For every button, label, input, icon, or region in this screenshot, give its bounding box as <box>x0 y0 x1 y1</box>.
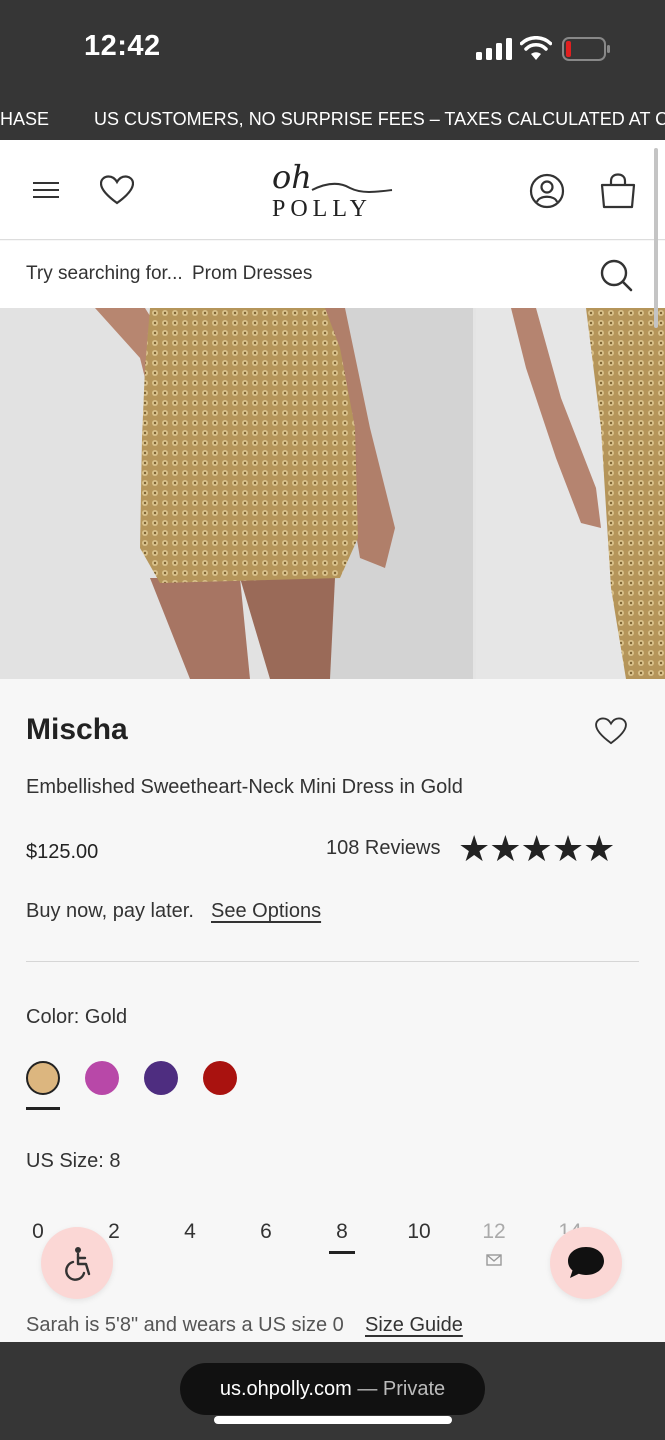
search-icon <box>600 259 633 292</box>
browser-bottom-bar: us.ohpolly.com — Private <box>0 1342 665 1440</box>
accessibility-icon <box>65 1247 91 1281</box>
accessibility-button[interactable] <box>41 1227 113 1299</box>
ticker-fragment: HASE <box>0 109 50 129</box>
private-mode-label: — Private <box>357 1378 446 1400</box>
color-label: Color: Gold <box>26 1006 128 1028</box>
swatch-red[interactable] <box>203 1061 237 1095</box>
screen: 12:42 HASE US CUSTOMERS, NO SURPRISE FEE… <box>0 0 665 1440</box>
size-option[interactable]: 6 <box>246 1220 286 1244</box>
url-domain: us.ohpolly.com <box>219 1378 352 1400</box>
product-details: Mischa Embellished Sweetheart-Neck Mini … <box>0 679 665 1342</box>
hamburger-menu-icon <box>33 182 59 198</box>
chat-bubble-icon <box>568 1247 604 1278</box>
swatch-purple[interactable] <box>144 1061 178 1095</box>
selected-size-indicator <box>329 1251 355 1254</box>
ticker-message: US CUSTOMERS, NO SURPRISE FEES – TAXES C… <box>94 109 665 129</box>
menu-button[interactable] <box>30 176 62 204</box>
status-time: 12:42 <box>84 30 161 62</box>
scrollbar[interactable] <box>654 148 658 328</box>
see-options-link[interactable]: See Options <box>211 900 321 923</box>
search-suggestion[interactable]: Prom Dresses <box>192 263 312 285</box>
wishlist-button[interactable] <box>98 172 136 208</box>
user-icon <box>529 173 565 209</box>
dress-side-photo-illustration <box>476 308 665 679</box>
product-price: $125.00 <box>26 841 99 863</box>
product-image-side[interactable] <box>476 308 665 679</box>
chat-button[interactable] <box>550 1227 622 1299</box>
size-label: US Size: 8 <box>26 1150 121 1172</box>
selected-swatch-indicator <box>26 1107 60 1110</box>
search-button[interactable] <box>598 258 634 292</box>
address-bar[interactable]: us.ohpolly.com — Private <box>180 1363 485 1415</box>
size-guide-link[interactable]: Size Guide <box>365 1314 463 1337</box>
logo-swash-icon <box>311 182 393 193</box>
heart-icon <box>595 717 627 745</box>
size-option[interactable]: 4 <box>170 1220 210 1244</box>
product-description: Embellished Sweetheart-Neck Mini Dress i… <box>26 776 463 798</box>
reviews-link[interactable]: 108 Reviews <box>326 837 441 860</box>
product-title: Mischa <box>26 713 128 746</box>
home-indicator[interactable] <box>214 1416 452 1424</box>
heart-icon <box>100 175 134 205</box>
add-to-wishlist-button[interactable] <box>594 715 628 747</box>
cart-button[interactable] <box>598 172 638 210</box>
divider <box>26 961 639 962</box>
oh-polly-logo[interactable]: oh POLLY <box>262 158 402 224</box>
shopping-bag-icon <box>600 173 636 209</box>
status-bar: 12:42 <box>0 0 665 98</box>
announcement-ticker[interactable]: HASE US CUSTOMERS, NO SURPRISE FEES – TA… <box>0 98 665 140</box>
star-rating[interactable]: ★★★★★ <box>458 829 615 869</box>
product-image-front[interactable] <box>0 308 473 679</box>
search-bar[interactable]: Try searching for... Prom Dresses <box>0 241 665 308</box>
bnpl-text: Buy now, pay later. <box>26 900 194 922</box>
site-header: oh POLLY <box>0 140 665 240</box>
model-size-note: Sarah is 5'8" and wears a US size 0 <box>26 1314 344 1336</box>
account-button[interactable] <box>528 172 566 210</box>
dress-photo-illustration <box>0 308 473 679</box>
logo-script: oh <box>272 158 312 196</box>
size-option[interactable]: 10 <box>399 1220 439 1244</box>
battery-low-icon <box>562 37 610 61</box>
swatch-pink[interactable] <box>85 1061 119 1095</box>
wifi-icon <box>520 36 552 60</box>
size-option-out-of-stock[interactable]: 12 <box>474 1220 514 1244</box>
envelope-icon[interactable] <box>486 1254 502 1266</box>
product-image-gallery[interactable] <box>0 308 665 679</box>
logo-brand: POLLY <box>272 196 372 222</box>
search-placeholder: Try searching for... <box>26 263 183 284</box>
cellular-signal-icon <box>476 38 512 60</box>
swatch-gold[interactable] <box>26 1061 60 1095</box>
size-option-selected[interactable]: 8 <box>322 1220 362 1244</box>
